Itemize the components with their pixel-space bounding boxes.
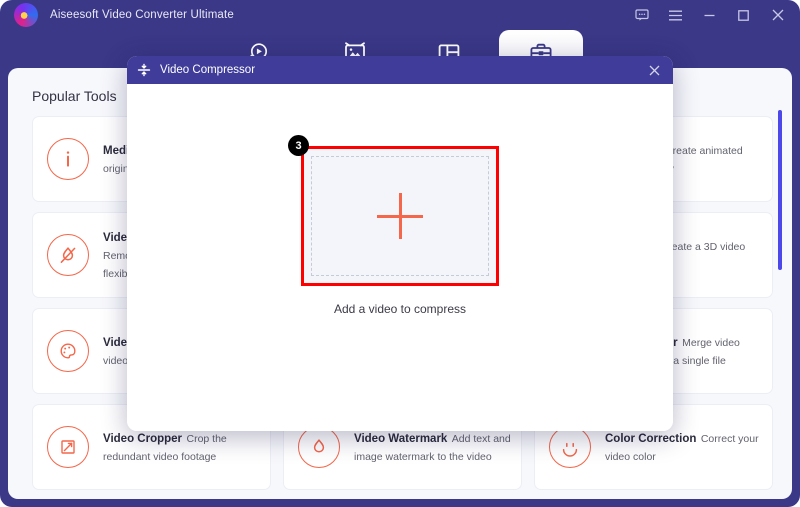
content-scrollbar[interactable] [778, 110, 782, 490]
close-icon[interactable] [646, 62, 663, 79]
step-badge: 3 [288, 135, 309, 156]
menu-icon[interactable] [667, 7, 684, 24]
app-title: Aiseesoft Video Converter Ultimate [50, 9, 234, 21]
dialog-title: Video Compressor [160, 64, 256, 76]
tool-title: Color Correction [605, 433, 697, 445]
close-icon[interactable] [769, 7, 786, 24]
dropzone-caption: Add a video to compress [333, 302, 467, 316]
cropper-icon [47, 426, 89, 468]
window-controls [633, 7, 786, 24]
feedback-icon[interactable] [633, 7, 650, 24]
aiseesoft-logo-icon [14, 3, 38, 27]
dialog-title-bar: Video Compressor [127, 56, 673, 84]
enhancer-icon [47, 330, 89, 372]
plus-icon[interactable] [377, 193, 423, 239]
app-window: Aiseesoft Video Converter Ultimate Popul… [0, 0, 800, 507]
add-video-dropzone[interactable] [311, 156, 489, 276]
dropzone-highlight: 3 [288, 135, 499, 286]
dialog-body: 3 Add a video to compress [127, 84, 673, 431]
color-correction-icon [549, 426, 591, 468]
title-bar: Aiseesoft Video Converter Ultimate [0, 0, 800, 30]
tool-title: Video Cropper [103, 433, 183, 445]
tool-title: Video Watermark [354, 433, 448, 445]
video-compressor-dialog: Video Compressor 3 Add a video to compre… [127, 56, 673, 431]
page-title: Popular Tools [32, 88, 117, 104]
info-icon [47, 138, 89, 180]
minimize-icon[interactable] [701, 7, 718, 24]
watermark-remover-icon [47, 234, 89, 276]
dropzone-block: 3 Add a video to compress [285, 135, 515, 316]
content-scrollbar-thumb[interactable] [778, 110, 782, 270]
watermark-icon [298, 426, 340, 468]
maximize-icon[interactable] [735, 7, 752, 24]
compress-icon [136, 63, 151, 78]
